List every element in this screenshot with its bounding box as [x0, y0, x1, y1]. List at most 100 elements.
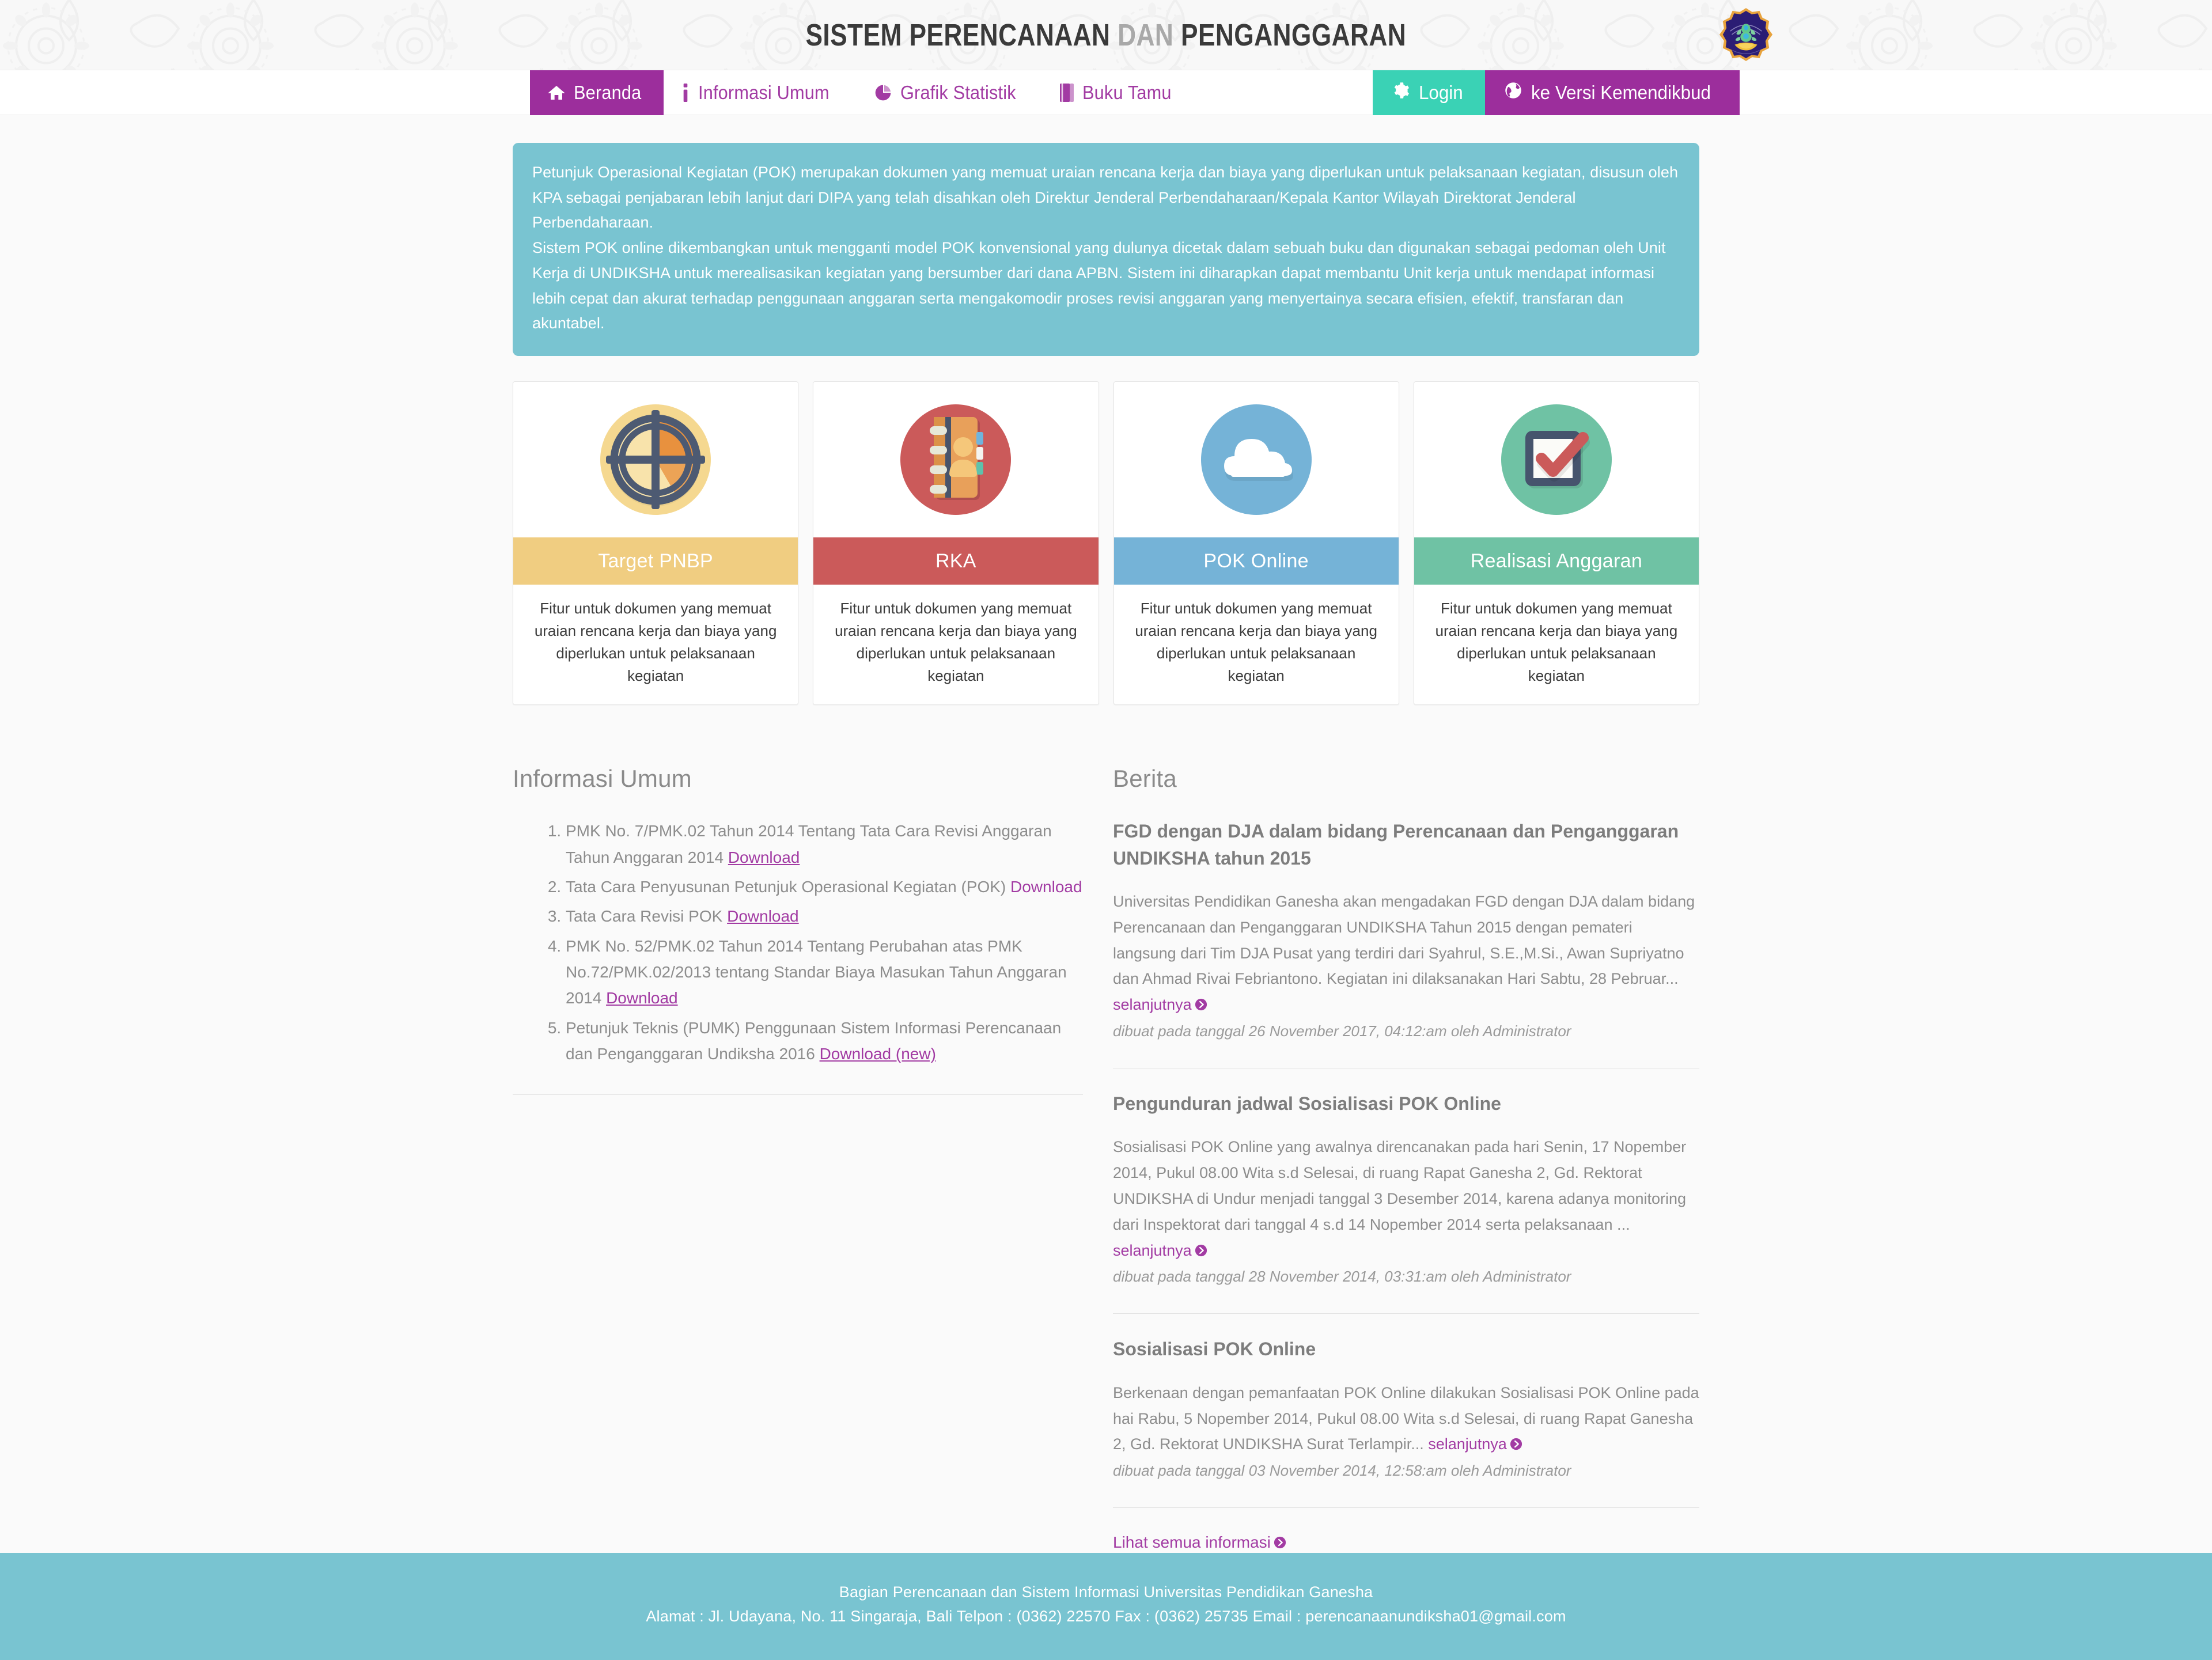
chevron-right-icon [1510, 1432, 1522, 1458]
list-item-text: Tata Cara Penyusunan Petunjuk Operasiona… [566, 877, 1011, 896]
download-link[interactable]: Download [728, 848, 800, 866]
site-footer: Bagian Perencanaan dan Sistem Informasi … [0, 1553, 2212, 1660]
list-item: PMK No. 7/PMK.02 Tahun 2014 Tentang Tata… [566, 818, 1083, 870]
nav-item-informasi-umum[interactable]: Informasi Umum [664, 70, 857, 115]
download-link[interactable]: Download [1010, 878, 1082, 896]
feature-card-pok-online-title: POK Online [1113, 537, 1399, 585]
undiksha-ganesha-logo [1718, 6, 1774, 63]
news-item-title[interactable]: Sosialisasi POK Online [1113, 1336, 1699, 1362]
main-navbar: Beranda Informasi Umum Grafik Statistik … [0, 70, 2212, 115]
informasi-umum-list: PMK No. 7/PMK.02 Tahun 2014 Tentang Tata… [513, 818, 1083, 1067]
list-item: Tata Cara Revisi POK Download [566, 903, 1083, 929]
feature-card-realisasi-anggaran[interactable]: Realisasi Anggaran Fitur untuk dokumen y… [1413, 381, 1699, 706]
intro-banner-paragraph-1: Petunjuk Operasional Kegiatan (POK) meru… [532, 164, 1679, 232]
address-book-icon [813, 382, 1099, 538]
news-item: Pengunduran jadwal Sosialisasi POK Onlin… [1113, 1090, 1699, 1290]
list-item: Petunjuk Teknis (PUMK) Penggunaan Sistem… [566, 1015, 1083, 1067]
page-title: Sistem Perencanaan dan Penganggaran [806, 20, 1407, 51]
news-item-meta: dibuat pada tanggal 26 November 2017, 04… [1113, 1022, 1571, 1040]
berita-section: Berita FGD dengan DJA dalam bidang Peren… [1113, 765, 1699, 1553]
chevron-right-icon [1195, 993, 1207, 1019]
chevron-right-icon [1195, 1239, 1207, 1265]
read-more-label: selanjutnya [1428, 1435, 1507, 1453]
feature-card-realisasi-anggaran-desc: Fitur untuk dokumen yang memuat uraian r… [1435, 600, 1678, 685]
read-more-link[interactable]: selanjutnya [1113, 996, 1207, 1013]
feature-card-rka[interactable]: RKA Fitur untuk dokumen yang memuat urai… [813, 381, 1099, 706]
list-item: PMK No. 52/PMK.02 Tahun 2014 Tentang Per… [566, 933, 1083, 1011]
news-item-title[interactable]: FGD dengan DJA dalam bidang Perencanaan … [1113, 818, 1699, 871]
read-more-label: selanjutnya [1113, 1241, 1192, 1259]
checkbox-check-icon [1414, 382, 1699, 538]
book-icon [1059, 84, 1074, 102]
news-item-body: Universitas Pendidikan Ganesha akan meng… [1113, 889, 1699, 1019]
download-link[interactable]: Download [606, 989, 678, 1007]
read-more-link[interactable]: selanjutnya [1428, 1435, 1522, 1453]
page-body: Petunjuk Operasional Kegiatan (POK) meru… [0, 115, 2212, 1553]
feature-card-realisasi-anggaran-title: Realisasi Anggaran [1414, 537, 1699, 585]
page-title-dim: dan [1118, 18, 1174, 52]
informasi-umum-divider [513, 1094, 1083, 1096]
read-more-label: selanjutnya [1113, 996, 1192, 1014]
nav-item-informasi-umum-label: Informasi Umum [698, 82, 830, 103]
list-item-text: Petunjuk Teknis (PUMK) Penggunaan Sistem… [566, 1018, 1062, 1063]
feature-card-target-pnbp[interactable]: Target PNBP Fitur untuk dokumen yang mem… [513, 381, 799, 706]
nav-item-beranda-label: Beranda [574, 82, 642, 103]
berita-heading: Berita [1113, 765, 1177, 793]
informasi-umum-section: Informasi Umum PMK No. 7/PMK.02 Tahun 20… [513, 765, 1083, 1096]
nav-item-grafik-statistik[interactable]: Grafik Statistik [857, 70, 1042, 115]
kemdikbud-version-button[interactable]: ke Versi Kemendikbud [1484, 70, 1740, 115]
download-link[interactable]: Download [727, 907, 799, 925]
page-title-part1: Sistem Perencanaan [805, 18, 1111, 52]
news-separator [1113, 1313, 1699, 1314]
intro-banner: Petunjuk Operasional Kegiatan (POK) meru… [513, 143, 1699, 357]
nav-primary-group: Beranda Informasi Umum Grafik Statistik … [530, 70, 1195, 115]
nav-item-buku-tamu-label: Buku Tamu [1082, 82, 1172, 103]
feature-cards-row: Target PNBP Fitur untuk dokumen yang mem… [513, 381, 1699, 706]
nav-secondary-group: Login ke Versi Kemendikbud [1372, 70, 1740, 115]
pie-chart-icon [874, 84, 892, 102]
globe-icon [1505, 82, 1522, 104]
footer-address-line: Alamat : Jl. Udayana, No. 11 Singaraja, … [646, 1608, 1566, 1625]
nav-item-grafik-statistik-label: Grafik Statistik [900, 82, 1016, 103]
site-header: Sistem Perencanaan dan Penganggaran [0, 0, 2212, 70]
login-button[interactable]: Login [1372, 70, 1485, 115]
list-item: Tata Cara Penyusunan Petunjuk Operasiona… [566, 874, 1083, 900]
nav-item-beranda[interactable]: Beranda [530, 70, 664, 115]
see-all-label: Lihat semua informasi [1113, 1533, 1271, 1552]
download-link[interactable]: Download (new) [820, 1045, 936, 1063]
page-title-part2: Penganggaran [1181, 18, 1407, 52]
news-item-excerpt: Berkenaan dengan pemanfaatan POK Online … [1113, 1384, 1699, 1453]
news-item-excerpt: Universitas Pendidikan Ganesha akan meng… [1113, 892, 1695, 988]
kemdikbud-version-label: ke Versi Kemendikbud [1531, 82, 1711, 103]
list-item-text: Tata Cara Revisi POK [566, 907, 728, 926]
news-separator [1113, 1507, 1699, 1509]
feature-card-target-pnbp-title: Target PNBP [513, 537, 798, 585]
feature-card-pok-online[interactable]: POK Online Fitur untuk dokumen yang memu… [1113, 381, 1399, 706]
chevron-right-icon [1274, 1534, 1286, 1553]
gear-icon [1392, 82, 1410, 104]
news-item-body: Sosialisasi POK Online yang awalnya dire… [1113, 1134, 1699, 1264]
see-all-wrapper: Lihat semua informasi [1113, 1533, 1699, 1553]
news-item: FGD dengan DJA dalam bidang Perencanaan … [1113, 818, 1699, 1045]
news-item: Sosialisasi POK Online Berkenaan dengan … [1113, 1336, 1699, 1484]
footer-org-line: Bagian Perencanaan dan Sistem Informasi … [839, 1583, 1373, 1601]
home-icon [547, 84, 566, 102]
news-item-meta: dibuat pada tanggal 28 November 2014, 03… [1113, 1268, 1571, 1286]
read-more-link[interactable]: selanjutnya [1113, 1242, 1207, 1259]
list-item-text: PMK No. 7/PMK.02 Tahun 2014 Tentang Tata… [566, 822, 1052, 866]
intro-banner-paragraph-2: Sistem POK online dikembangkan untuk men… [532, 239, 1666, 332]
lower-content-row: Informasi Umum PMK No. 7/PMK.02 Tahun 20… [513, 765, 1699, 1553]
cloud-icon [1113, 382, 1399, 538]
feature-card-rka-desc: Fitur untuk dokumen yang memuat uraian r… [835, 600, 1077, 685]
target-pie-icon [513, 382, 798, 538]
news-item-body: Berkenaan dengan pemanfaatan POK Online … [1113, 1380, 1699, 1458]
feature-card-rka-title: RKA [813, 537, 1099, 585]
info-icon [681, 84, 690, 102]
feature-card-target-pnbp-desc: Fitur untuk dokumen yang memuat uraian r… [534, 600, 777, 685]
nav-item-buku-tamu[interactable]: Buku Tamu [1042, 70, 1195, 115]
news-item-excerpt: Sosialisasi POK Online yang awalnya dire… [1113, 1138, 1687, 1233]
informasi-umum-heading: Informasi Umum [513, 765, 692, 793]
news-item-title[interactable]: Pengunduran jadwal Sosialisasi POK Onlin… [1113, 1090, 1699, 1117]
see-all-link[interactable]: Lihat semua informasi [1113, 1533, 1286, 1551]
login-button-label: Login [1418, 82, 1463, 103]
